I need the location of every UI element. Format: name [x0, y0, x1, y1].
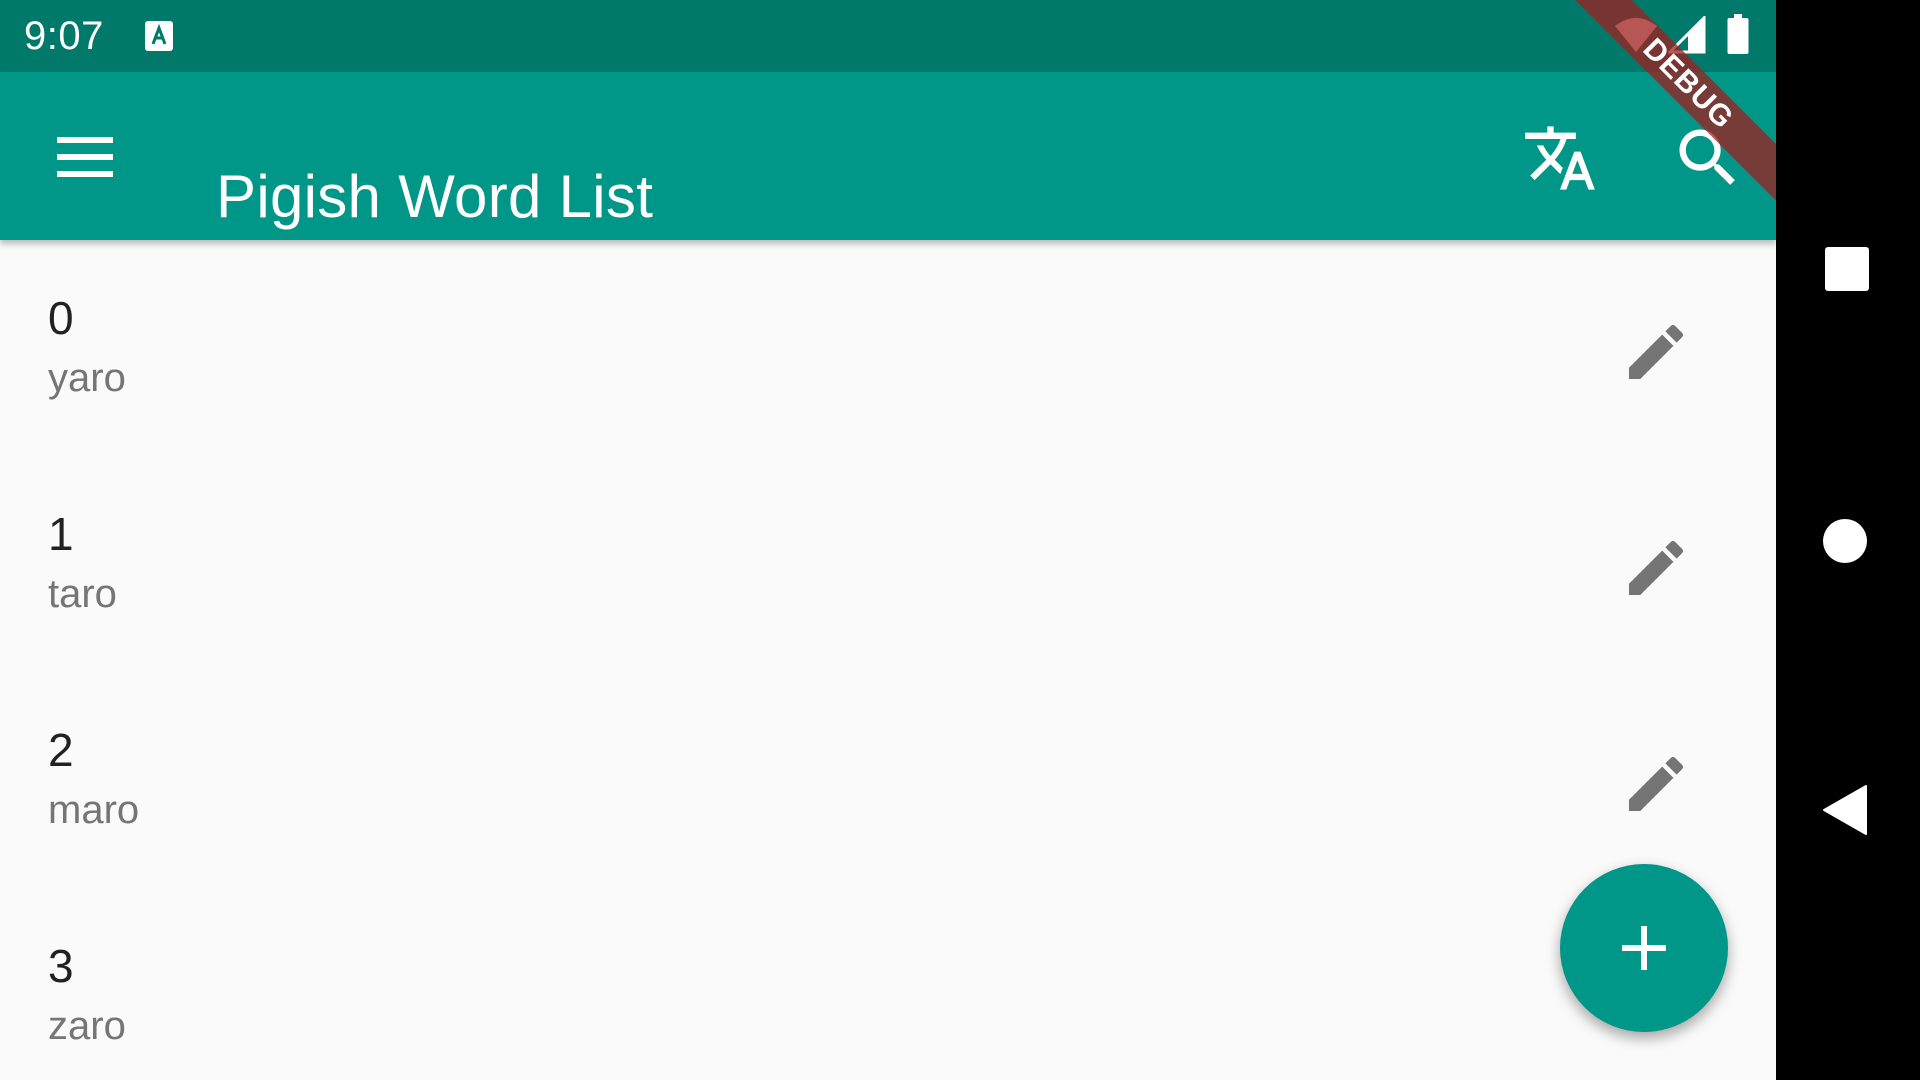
edit-icon[interactable]: [1620, 532, 1692, 604]
edit-icon[interactable]: [1620, 316, 1692, 388]
list-item[interactable]: 2 maro: [0, 672, 1776, 888]
word-translation: yaro: [48, 356, 126, 400]
battery-icon: [1727, 14, 1749, 54]
word-number: 3: [48, 940, 74, 992]
back-icon[interactable]: [1822, 784, 1868, 836]
edit-icon[interactable]: [1620, 748, 1692, 820]
word-number: 1: [48, 508, 74, 560]
recents-icon[interactable]: [1824, 246, 1870, 292]
word-translation: maro: [48, 788, 140, 832]
list-item[interactable]: 0 yaro: [0, 240, 1776, 456]
list-item[interactable]: 1 taro: [0, 456, 1776, 672]
word-list: 0 yaro 1 taro 2 maro 3 zaro: [0, 240, 1776, 1080]
word-translation: taro: [48, 572, 117, 616]
menu-icon[interactable]: [44, 124, 124, 188]
navigation-bar: [1776, 0, 1920, 1080]
app-bar: Pigish Word List: [0, 72, 1776, 240]
word-number: 0: [48, 292, 74, 344]
status-time: 9:07: [24, 14, 104, 58]
add-word-button[interactable]: [1560, 864, 1728, 1032]
app-screen: 9:07 DEBUG Pigish Word List 0 yaro 1 tar…: [0, 0, 1776, 1080]
page-title: Pigish Word List: [216, 163, 654, 231]
add-icon: [1622, 926, 1666, 970]
list-item[interactable]: 3 zaro: [0, 888, 1776, 1080]
word-translation: zaro: [48, 1004, 126, 1048]
status-bar: 9:07: [0, 0, 1776, 72]
translate-icon[interactable]: [1520, 120, 1600, 196]
notification-a-icon: [145, 21, 173, 51]
word-number: 2: [48, 724, 74, 776]
home-icon[interactable]: [1822, 518, 1868, 564]
